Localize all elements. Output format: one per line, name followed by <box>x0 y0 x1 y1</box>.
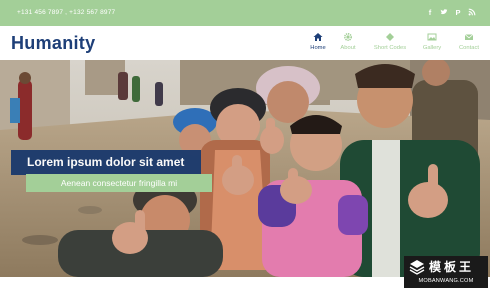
hero-title: Lorem ipsum dolor sit amet <box>27 155 185 169</box>
nav-item-contact[interactable]: Contact <box>451 32 487 51</box>
nav-label-contact: Contact <box>459 45 479 51</box>
image-icon <box>427 33 437 41</box>
watermark-logo-icon <box>409 260 425 275</box>
site-header: Humanity Home About Short Codes Gallery … <box>0 26 490 60</box>
nav-label-short-codes: Short Codes <box>373 45 407 51</box>
gear-icon <box>343 32 353 42</box>
pinterest-icon[interactable]: P <box>454 8 462 17</box>
main-nav: Home About Short Codes Gallery Contact <box>300 32 490 58</box>
site-logo[interactable]: Humanity <box>11 33 95 54</box>
rss-icon[interactable] <box>468 8 476 17</box>
hero-slider[interactable]: Lorem ipsum dolor sit amet Aenean consec… <box>0 60 490 277</box>
twitter-icon[interactable] <box>440 8 448 17</box>
top-bar: +131 456 7897 , +132 567 8977 f P <box>0 0 490 26</box>
nav-label-about: About <box>340 45 356 51</box>
facebook-icon[interactable]: f <box>426 8 434 17</box>
hero-subtitle: Aenean consectetur fringilla mi <box>60 178 178 188</box>
hero-title-box: Lorem ipsum dolor sit amet <box>11 150 201 175</box>
contact-phones: +131 456 7897 , +132 567 8977 <box>17 9 116 16</box>
nav-item-gallery[interactable]: Gallery <box>414 32 450 51</box>
watermark-url: MOBANWANG.COM <box>418 278 474 284</box>
nav-label-gallery: Gallery <box>422 45 442 51</box>
nav-item-about[interactable]: About <box>330 32 366 51</box>
home-icon <box>313 33 323 41</box>
watermark-title: 模板王 <box>429 260 475 274</box>
diamond-icon <box>386 33 394 41</box>
nav-item-short-codes[interactable]: Short Codes <box>372 32 408 51</box>
hero-subtitle-box: Aenean consectetur fringilla mi <box>26 174 212 192</box>
watermark-badge: 模板王 MOBANWANG.COM <box>404 256 488 288</box>
envelope-icon <box>464 34 474 40</box>
social-links: f P <box>426 8 476 17</box>
